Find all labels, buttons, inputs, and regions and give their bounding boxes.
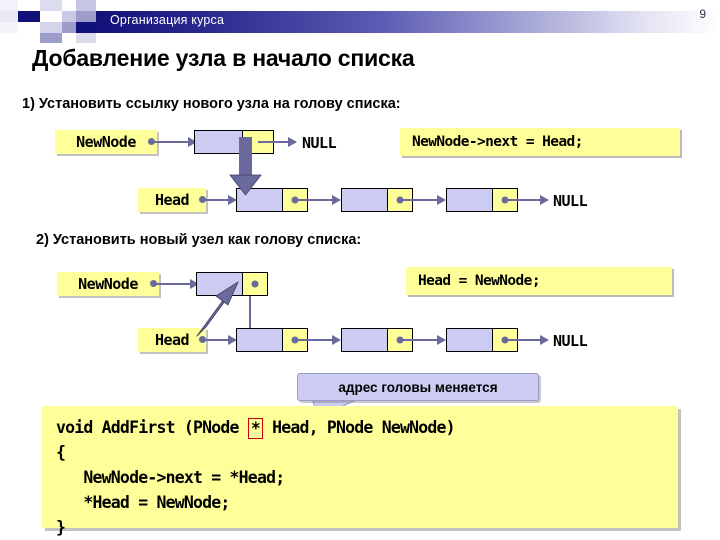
d2-code-box: Head = NewNode;	[406, 267, 672, 295]
deco-square-7	[18, 11, 40, 22]
d1-null-bottom-label: NULL	[553, 192, 588, 210]
deco-square-17	[62, 33, 76, 43]
deco-square-5	[76, 0, 96, 11]
callout-bubble: адрес головы меняется	[297, 373, 539, 401]
d1-link-2-arrowhead	[437, 195, 446, 205]
code-line-4: *Head = NewNode;	[56, 493, 230, 512]
d2-new-node-data	[197, 273, 242, 295]
d2-new-node-dot	[251, 280, 259, 288]
d2-new-node	[196, 272, 268, 296]
d1-link-1-arrowhead	[332, 195, 341, 205]
d1-list-node-3-data	[447, 189, 492, 211]
deco-square-6	[0, 11, 18, 22]
deco-square-16	[40, 33, 62, 43]
page-number: 9	[699, 7, 706, 21]
slide: Организация курса 9 Добавление узла в на…	[0, 0, 720, 540]
d1-list-node-1-data	[237, 189, 282, 211]
code-line-5: }	[56, 518, 66, 537]
deco-square-15	[76, 22, 96, 33]
deco-square-3	[40, 0, 62, 11]
deco-square-11	[0, 22, 18, 33]
d1-null-top-label: NULL	[302, 134, 337, 152]
d2-link-1-arrowhead	[332, 335, 341, 345]
deco-square-8	[40, 11, 62, 22]
d2-newnode-arrow-line	[154, 283, 194, 285]
main-code-block: void AddFirst (PNode * Head, PNode NewNo…	[42, 406, 678, 537]
d1-newnode-label: NewNode	[55, 130, 157, 154]
d2-null-bottom-label: NULL	[553, 332, 588, 350]
deco-square-10	[76, 11, 96, 22]
deco-square-1	[0, 0, 18, 11]
code-line-1-a: void AddFirst (PNode	[56, 418, 248, 437]
d1-tail-null-arrowhead	[540, 195, 549, 205]
d1-code-box: NewNode->next = Head;	[400, 128, 680, 156]
page-title: Добавление узла в начало списка	[32, 45, 415, 71]
d1-null-arrowhead	[288, 137, 297, 147]
code-line-1: void AddFirst (PNode * Head, PNode NewNo…	[56, 415, 678, 440]
deco-square-14	[62, 22, 76, 33]
step-2-text: 2) Установить новый узел как голову спис…	[36, 232, 362, 248]
d2-list-node-1-data	[237, 329, 282, 351]
d2-tail-null-arrowhead	[540, 335, 549, 345]
code-line-2: {	[56, 443, 66, 462]
deco-square-9	[62, 11, 76, 22]
d1-head-label: Head	[138, 188, 206, 212]
d2-head-label: Head	[138, 328, 206, 352]
deco-square-2	[18, 0, 40, 11]
deco-square-12	[18, 22, 40, 33]
d1-list-node-2-data	[342, 189, 387, 211]
header-title: Организация курса	[110, 13, 225, 27]
d2-list-node-3-data	[447, 329, 492, 351]
d2-newnode-label: NewNode	[57, 272, 159, 296]
d1-new-node-data	[195, 131, 242, 153]
deco-square-18	[76, 33, 96, 43]
deco-square-4	[62, 0, 76, 11]
d2-new-node-pointer	[242, 273, 267, 295]
code-line-3: NewNode->next = *Head;	[56, 468, 285, 487]
deco-square-13	[40, 22, 62, 33]
step-1-text: 1) Установить ссылку нового узла на голо…	[22, 96, 401, 112]
d2-list-node-2-data	[342, 329, 387, 351]
d1-newnode-arrow-line	[152, 141, 190, 143]
pointer-star-highlight: *	[247, 418, 263, 439]
d2-newnode-down-line	[249, 296, 251, 332]
code-line-1-b: Head, PNode NewNode)	[262, 418, 455, 437]
d2-link-2-arrowhead	[437, 335, 446, 345]
